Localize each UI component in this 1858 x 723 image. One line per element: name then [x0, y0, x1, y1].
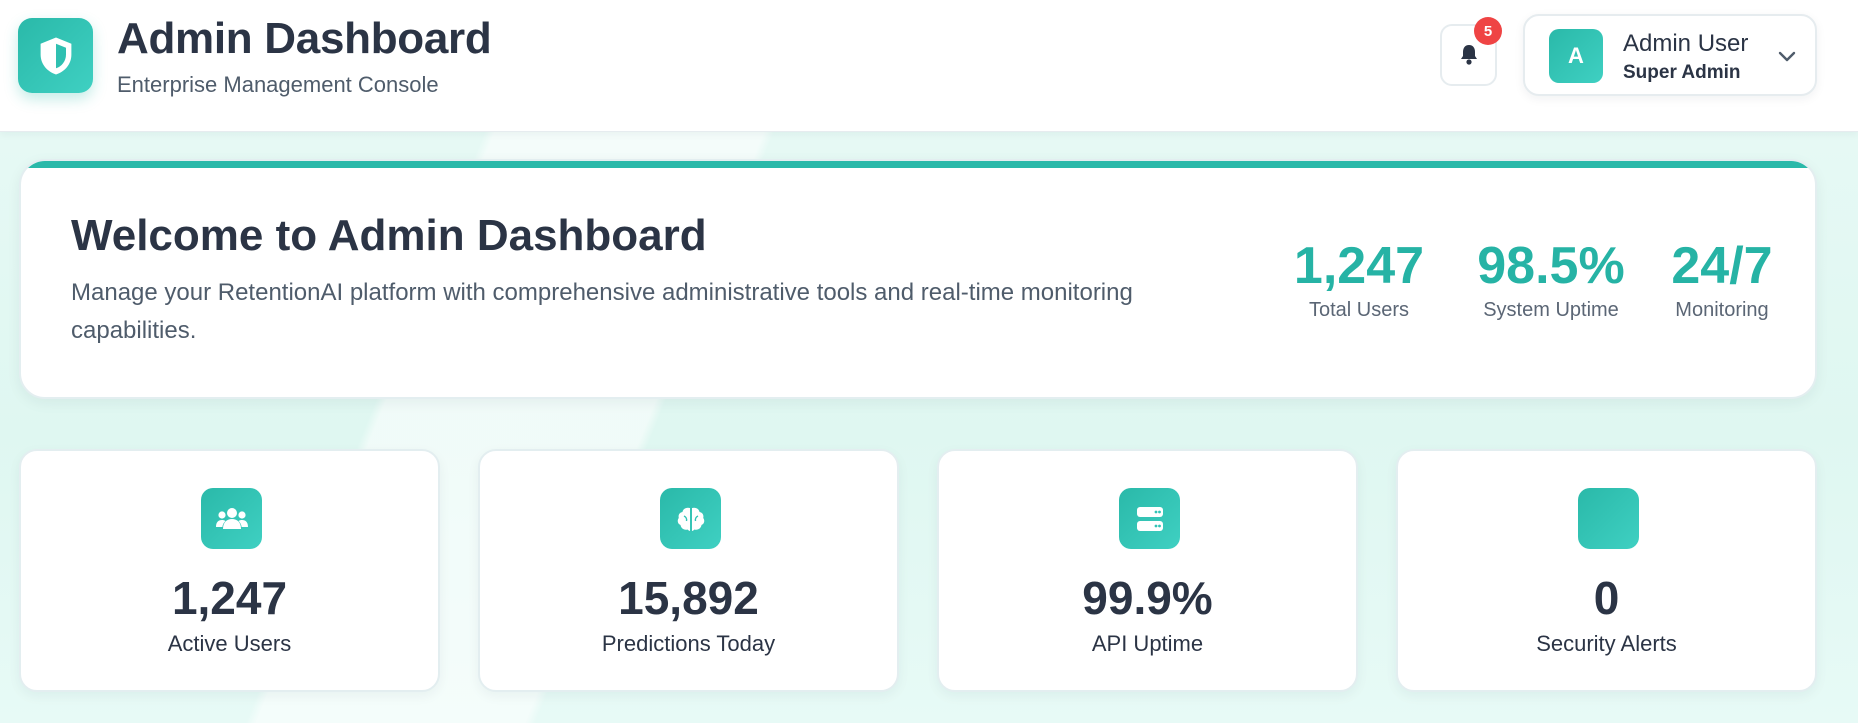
metric-value: 99.9%	[1082, 572, 1213, 624]
logo[interactable]	[18, 18, 93, 93]
metric-icon-tile	[1119, 488, 1180, 549]
metric-label: Active Users	[167, 631, 292, 656]
stat-value: 98.5%	[1477, 237, 1625, 295]
metric-card-predictions-today[interactable]: 15,892 Predictions Today	[478, 449, 899, 692]
bell-icon	[1460, 45, 1477, 65]
stat-label: System Uptime	[1483, 299, 1619, 321]
user-role: Super Admin	[1623, 62, 1741, 83]
metric-card-active-users[interactable]: 1,247 Active Users	[19, 449, 440, 692]
stat-monitoring: 24/7 Monitoring	[1657, 237, 1787, 322]
welcome-description: Manage your RetentionAI platform with co…	[71, 279, 1133, 344]
avatar: A	[1549, 29, 1603, 83]
welcome-card: Welcome to Admin Dashboard Manage your R…	[19, 159, 1817, 399]
app-subtitle: Enterprise Management Console	[117, 72, 439, 97]
metric-value: 0	[1593, 572, 1620, 624]
top-header: Admin Dashboard Enterprise Management Co…	[0, 0, 1858, 132]
stat-total-users: 1,247 Total Users	[1274, 237, 1444, 322]
metric-card-security-alerts[interactable]: 0 Security Alerts	[1396, 449, 1817, 692]
user-name: Admin User	[1623, 30, 1749, 57]
server-icon	[1136, 506, 1163, 531]
metric-label: API Uptime	[1091, 631, 1204, 656]
stat-value: 24/7	[1671, 237, 1773, 295]
welcome-title: Welcome to Admin Dashboard	[71, 211, 707, 260]
chevron-down-icon	[1778, 51, 1796, 62]
metric-icon-tile	[660, 488, 721, 549]
stat-value: 1,247	[1293, 237, 1425, 295]
brain-icon	[677, 507, 704, 531]
user-menu-button[interactable]: A Admin User Super Admin	[1523, 14, 1817, 96]
app-title: Admin Dashboard	[117, 14, 492, 63]
stat-system-uptime: 98.5% System Uptime	[1451, 237, 1651, 322]
shield-alert-icon	[1578, 488, 1639, 549]
stat-label: Monitoring	[1675, 299, 1769, 321]
metric-card-api-uptime[interactable]: 99.9% API Uptime	[937, 449, 1358, 692]
metric-value: 15,892	[618, 572, 759, 624]
metric-value: 1,247	[171, 572, 288, 624]
metric-icon-tile	[201, 488, 262, 549]
stat-label: Total Users	[1308, 299, 1410, 321]
users-icon	[215, 507, 248, 529]
notification-count-badge: 5	[1474, 17, 1502, 45]
metric-label: Security Alerts	[1536, 631, 1677, 656]
metric-label: Predictions Today	[601, 631, 776, 656]
shield-icon	[40, 37, 71, 74]
